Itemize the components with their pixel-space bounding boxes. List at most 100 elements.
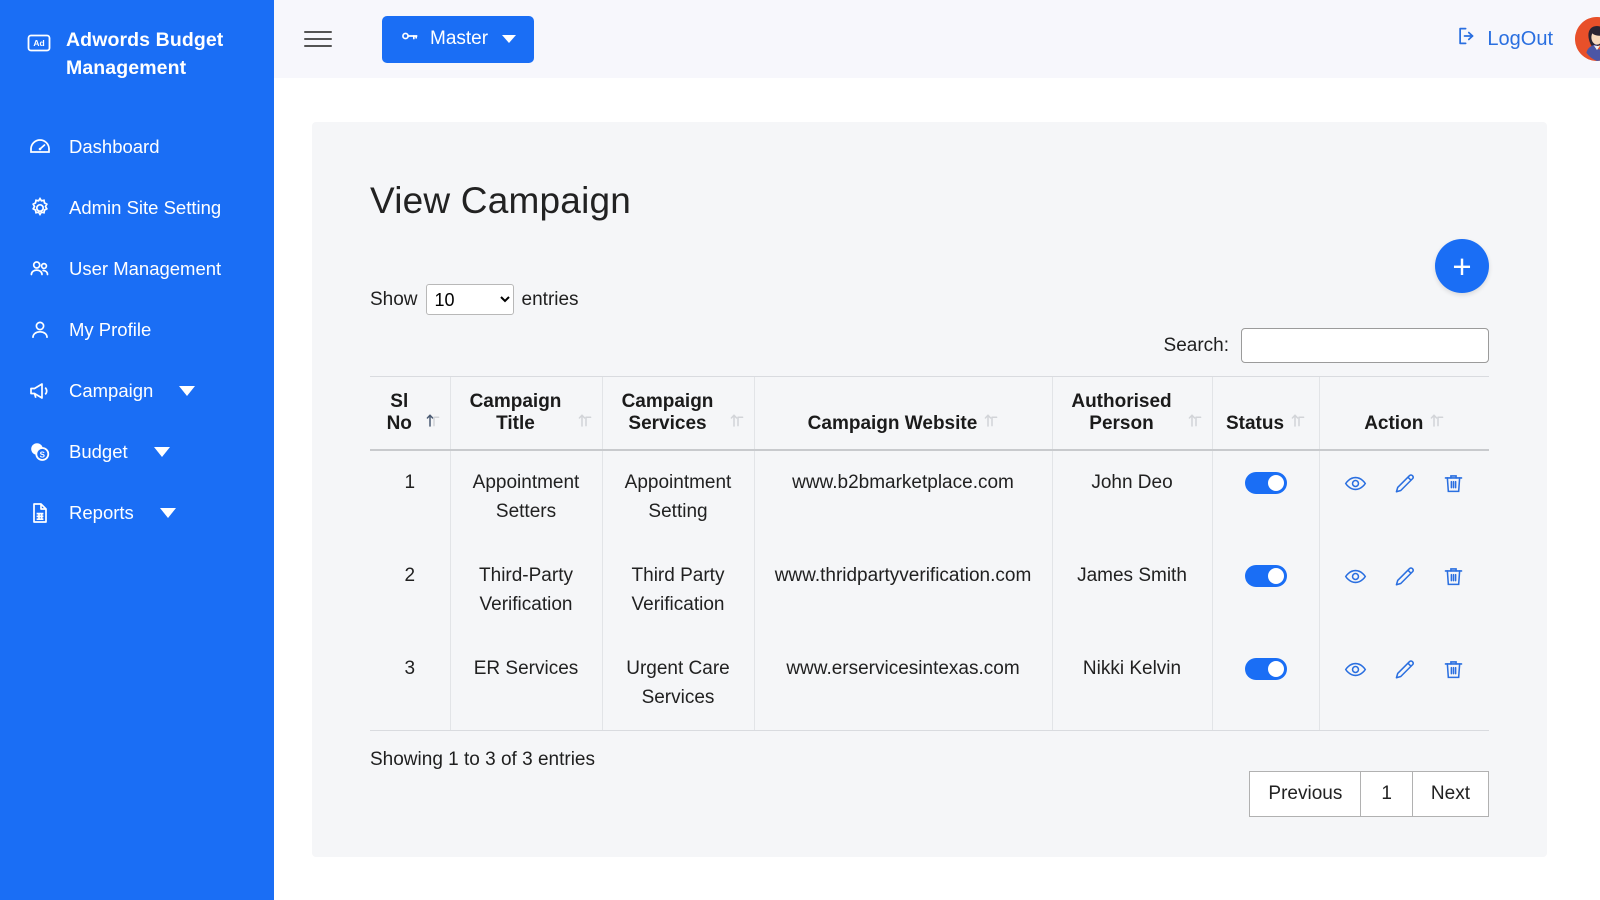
table-footer: Showing 1 to 3 of 3 entries Previous 1 N…	[370, 749, 1489, 817]
column-header-campaign-title[interactable]: Campaign Title	[449, 376, 602, 451]
table-head: Sl No Campaign Title Campaign Services C…	[370, 376, 1489, 451]
page-title: View Campaign	[370, 180, 632, 221]
table-header-row: Sl No Campaign Title Campaign Services C…	[370, 376, 1489, 451]
pagination: Previous 1 Next	[1249, 770, 1489, 817]
cell-action	[1318, 636, 1489, 731]
logout-button[interactable]: LogOut	[1456, 25, 1553, 53]
cell-sl-no: 1	[404, 472, 416, 493]
delete-trash-icon[interactable]	[1442, 565, 1465, 588]
cell-action	[1318, 450, 1489, 544]
delete-trash-icon[interactable]	[1442, 472, 1465, 495]
column-header-campaign-website[interactable]: Campaign Website	[753, 376, 1052, 451]
svg-text:S: S	[40, 450, 46, 459]
view-eye-icon[interactable]	[1344, 565, 1367, 588]
cell-title: Appointment Setters	[449, 450, 602, 544]
page-length-select[interactable]: 102550100	[425, 284, 514, 315]
user-icon	[27, 317, 53, 343]
avatar[interactable]	[1575, 17, 1600, 61]
cell-services: Third Party Verification	[601, 543, 754, 637]
search-label: Search:	[1163, 334, 1229, 356]
chevron-down-icon	[159, 508, 176, 519]
ad-logo-icon: Ad	[26, 30, 52, 61]
cell-person: John Deo	[1051, 450, 1212, 544]
hamburger-icon[interactable]	[304, 22, 338, 56]
entries-label: entries	[521, 288, 579, 310]
pagination-previous-button[interactable]: Previous	[1249, 770, 1362, 817]
column-label: Status	[1225, 413, 1285, 434]
column-header-sl-no[interactable]: Sl No	[370, 376, 450, 451]
status-toggle[interactable]	[1244, 471, 1287, 494]
cell-status	[1211, 543, 1319, 637]
cell-person: Nikki Kelvin	[1051, 636, 1212, 731]
table-row: 1 Appointment Setters Appointment Settin…	[370, 450, 1489, 544]
column-header-action[interactable]: Action	[1318, 376, 1489, 451]
edit-pencil-icon[interactable]	[1393, 565, 1416, 588]
cell-status	[1211, 636, 1319, 731]
sidebar-nav: Dashboard Admin Site Setting User Manage…	[0, 117, 274, 544]
brand[interactable]: Ad Adwords Budget Management	[0, 22, 274, 83]
cell-website: www.thridpartyverification.com	[753, 543, 1052, 637]
sidebar-item-label: My Profile	[69, 319, 152, 341]
sidebar-item-reports[interactable]: Reports	[0, 483, 274, 544]
chevron-down-icon	[179, 386, 196, 397]
dashboard-icon	[27, 134, 53, 160]
search-control: Search:	[370, 328, 1489, 363]
view-eye-icon[interactable]	[1344, 472, 1367, 495]
brand-title: Adwords Budget Management	[66, 29, 224, 80]
edit-pencil-icon[interactable]	[1393, 472, 1416, 495]
cell-services: Appointment Setting	[601, 450, 754, 544]
column-label: Sl No	[386, 391, 412, 434]
column-label: Campaign Website	[807, 413, 978, 434]
column-header-authorised-person[interactable]: Authorised Person	[1051, 376, 1212, 451]
cell-sl-no: 3	[370, 636, 450, 731]
sidebar-item-label: Admin Site Setting	[69, 197, 222, 219]
cell-sl-no: 2	[404, 564, 416, 586]
show-label: Show	[370, 288, 418, 310]
cell-title: Third-Party Verification	[449, 543, 602, 637]
cell-title: ER Services	[449, 636, 602, 731]
coins-icon: S	[27, 439, 53, 465]
master-dropdown-button[interactable]: Master	[382, 15, 535, 63]
key-icon	[400, 26, 420, 52]
table-row: 3 ER Services Urgent Care Services www.e…	[370, 636, 1489, 731]
sidebar-item-label: Budget	[69, 441, 128, 463]
cell-services: Urgent Care Services	[601, 636, 754, 731]
content: View Campaign + Show 102550100 entries S…	[274, 78, 1600, 900]
edit-pencil-icon[interactable]	[1393, 658, 1416, 681]
column-label: Action	[1364, 413, 1424, 434]
sidebar-item-campaign[interactable]: Campaign	[0, 361, 274, 422]
delete-trash-icon[interactable]	[1442, 658, 1465, 681]
logout-icon	[1456, 25, 1478, 53]
sidebar-item-dashboard[interactable]: Dashboard	[0, 117, 274, 178]
sort-icon	[984, 412, 998, 434]
app-root: Ad Adwords Budget Management Dashboard A…	[0, 0, 1600, 900]
sidebar-item-admin-site-setting[interactable]: Admin Site Setting	[0, 178, 274, 239]
sidebar-item-label: Reports	[69, 502, 134, 524]
sidebar-item-label: Dashboard	[69, 136, 160, 158]
sidebar: Ad Adwords Budget Management Dashboard A…	[0, 0, 274, 900]
status-toggle[interactable]	[1244, 657, 1287, 680]
megaphone-icon	[27, 378, 53, 404]
master-label: Master	[430, 28, 489, 49]
view-eye-icon[interactable]	[1344, 658, 1367, 681]
column-label: Authorised Person	[1071, 391, 1172, 434]
status-toggle[interactable]	[1244, 564, 1287, 587]
add-campaign-button[interactable]: +	[1435, 239, 1489, 293]
main-area: Master LogOut View Campaign + Show 10 en…	[274, 0, 1600, 900]
sidebar-item-my-profile[interactable]: My Profile	[0, 300, 274, 361]
sidebar-item-budget[interactable]: S Budget	[0, 422, 274, 483]
search-input[interactable]	[1241, 328, 1489, 363]
sort-icon	[1291, 412, 1305, 434]
page-length-control: Show 102550100 entries	[370, 284, 1489, 315]
pagination-page-1-button[interactable]: 1	[1360, 770, 1413, 817]
cell-person: James Smith	[1051, 543, 1212, 637]
column-header-status[interactable]: Status	[1211, 376, 1319, 451]
table-row: 2 Third-Party Verification Third Party V…	[370, 543, 1489, 637]
topbar: Master LogOut	[274, 0, 1600, 78]
column-label: Campaign Services	[621, 391, 714, 434]
sidebar-item-label: Campaign	[69, 380, 154, 402]
report-icon	[27, 500, 53, 526]
pagination-next-button[interactable]: Next	[1411, 770, 1489, 817]
column-header-campaign-services[interactable]: Campaign Services	[601, 376, 754, 451]
sidebar-item-user-management[interactable]: User Management	[0, 239, 274, 300]
